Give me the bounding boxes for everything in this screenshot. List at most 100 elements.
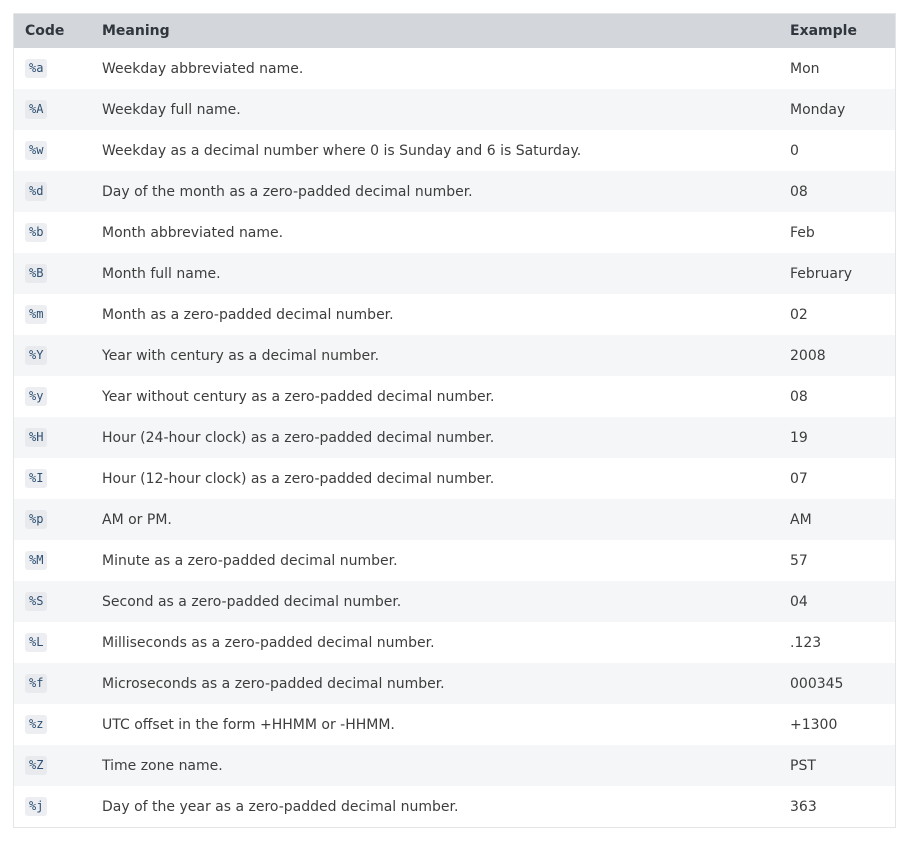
example-cell: 08 — [790, 183, 808, 200]
format-code: %I — [25, 469, 48, 488]
table-row: %m Month as a zero-padded decimal number.… — [14, 294, 895, 335]
meaning-cell: Time zone name. — [102, 757, 223, 774]
format-code: %B — [25, 264, 48, 283]
code-cell: %B — [14, 253, 90, 294]
column-header-example: Example — [790, 23, 857, 39]
code-cell: %f — [14, 663, 90, 704]
code-cell: %A — [14, 89, 90, 130]
format-code: %z — [25, 715, 48, 734]
format-code: %d — [25, 182, 48, 201]
meaning-cell: AM or PM. — [102, 511, 172, 528]
meaning-cell: Microseconds as a zero-padded decimal nu… — [102, 675, 445, 692]
meaning-cell: Month full name. — [102, 265, 221, 282]
format-code: %H — [25, 428, 48, 447]
format-code: %M — [25, 551, 48, 570]
format-code: %a — [25, 59, 48, 78]
table-header-row: Code Meaning Example — [14, 14, 895, 48]
example-cell: 2008 — [790, 347, 826, 364]
table-row: %j Day of the year as a zero-padded decim… — [14, 786, 895, 827]
example-cell: 57 — [790, 552, 808, 569]
table-row: %I Hour (12-hour clock) as a zero-padded … — [14, 458, 895, 499]
code-cell: %z — [14, 704, 90, 745]
format-code: %S — [25, 592, 48, 611]
example-cell: 02 — [790, 306, 808, 323]
code-cell: %H — [14, 417, 90, 458]
table-body: %a Weekday abbreviated name. Mon %A Weekday … — [14, 48, 895, 827]
example-cell: 0 — [790, 142, 799, 159]
example-cell: Monday — [790, 101, 846, 118]
meaning-cell: Hour (12-hour clock) as a zero-padded de… — [102, 470, 495, 487]
example-cell: PST — [790, 757, 816, 774]
format-code: %Z — [25, 756, 48, 775]
meaning-cell: Weekday abbreviated name. — [102, 60, 304, 77]
meaning-cell: Milliseconds as a zero-padded decimal nu… — [102, 634, 435, 651]
meaning-cell: Weekday as a decimal number where 0 is S… — [102, 142, 582, 159]
code-cell: %m — [14, 294, 90, 335]
example-cell: Feb — [790, 224, 815, 241]
format-code: %y — [25, 387, 48, 406]
example-cell: 363 — [790, 798, 817, 815]
table-row: %p AM or PM. AM — [14, 499, 895, 540]
table-row: %d Day of the month as a zero-padded deci… — [14, 171, 895, 212]
format-code: %m — [25, 305, 48, 324]
format-code: %w — [25, 141, 48, 160]
code-cell: %Z — [14, 745, 90, 786]
format-codes-table: Code Meaning Example %a Weekday abbreviat… — [14, 14, 895, 827]
example-cell: 04 — [790, 593, 808, 610]
format-code: %b — [25, 223, 48, 242]
example-cell: 000345 — [790, 675, 844, 692]
meaning-cell: Day of the year as a zero-padded decimal… — [102, 798, 459, 815]
table-row: %L Milliseconds as a zero-padded decimal … — [14, 622, 895, 663]
table-header: Code Meaning Example — [14, 14, 895, 48]
example-cell: .123 — [790, 634, 822, 651]
table-row: %S Second as a zero-padded decimal number… — [14, 581, 895, 622]
format-codes-table-container: Code Meaning Example %a Weekday abbreviat… — [13, 13, 896, 828]
meaning-cell: Hour (24-hour clock) as a zero-padded de… — [102, 429, 495, 446]
code-cell: %Y — [14, 335, 90, 376]
code-cell: %M — [14, 540, 90, 581]
table-row: %a Weekday abbreviated name. Mon — [14, 48, 895, 89]
example-cell: +1300 — [790, 716, 838, 733]
meaning-cell: Year without century as a zero-padded de… — [102, 388, 495, 405]
format-code: %L — [25, 633, 48, 652]
example-cell: AM — [790, 511, 812, 528]
meaning-cell: Day of the month as a zero-padded decima… — [102, 183, 473, 200]
meaning-cell: Minute as a zero-padded decimal number. — [102, 552, 398, 569]
code-cell: %I — [14, 458, 90, 499]
column-header-meaning: Meaning — [102, 23, 170, 39]
table-row: %A Weekday full name. Monday — [14, 89, 895, 130]
code-cell: %d — [14, 171, 90, 212]
code-cell: %S — [14, 581, 90, 622]
format-code: %f — [25, 674, 48, 693]
meaning-cell: Second as a zero-padded decimal number. — [102, 593, 402, 610]
table-row: %w Weekday as a decimal number where 0 is… — [14, 130, 895, 171]
table-row: %y Year without century as a zero-padded … — [14, 376, 895, 417]
table-row: %f Microseconds as a zero-padded decimal … — [14, 663, 895, 704]
example-cell: 19 — [790, 429, 808, 446]
table-row: %M Minute as a zero-padded decimal number… — [14, 540, 895, 581]
code-cell: %y — [14, 376, 90, 417]
code-cell: %L — [14, 622, 90, 663]
column-header-code: Code — [25, 23, 65, 39]
meaning-cell: UTC offset in the form +HHMM or -HHMM. — [102, 716, 395, 733]
example-cell: Mon — [790, 60, 820, 77]
example-cell: February — [790, 265, 853, 282]
table-row: %B Month full name. February — [14, 253, 895, 294]
format-code: %p — [25, 510, 48, 529]
format-code: %A — [25, 100, 48, 119]
example-cell: 07 — [790, 470, 808, 487]
code-cell: %j — [14, 786, 90, 827]
code-cell: %b — [14, 212, 90, 253]
format-code: %j — [25, 797, 48, 816]
meaning-cell: Month as a zero-padded decimal number. — [102, 306, 394, 323]
table-row: %Y Year with century as a decimal number.… — [14, 335, 895, 376]
meaning-cell: Weekday full name. — [102, 101, 241, 118]
code-cell: %w — [14, 130, 90, 171]
table-row: %Z Time zone name. PST — [14, 745, 895, 786]
meaning-cell: Year with century as a decimal number. — [102, 347, 380, 364]
format-code: %Y — [25, 346, 48, 365]
code-cell: %p — [14, 499, 90, 540]
code-cell: %a — [14, 48, 90, 89]
table-row: %z UTC offset in the form +HHMM or -HHMM.… — [14, 704, 895, 745]
table-row: %b Month abbreviated name. Feb — [14, 212, 895, 253]
